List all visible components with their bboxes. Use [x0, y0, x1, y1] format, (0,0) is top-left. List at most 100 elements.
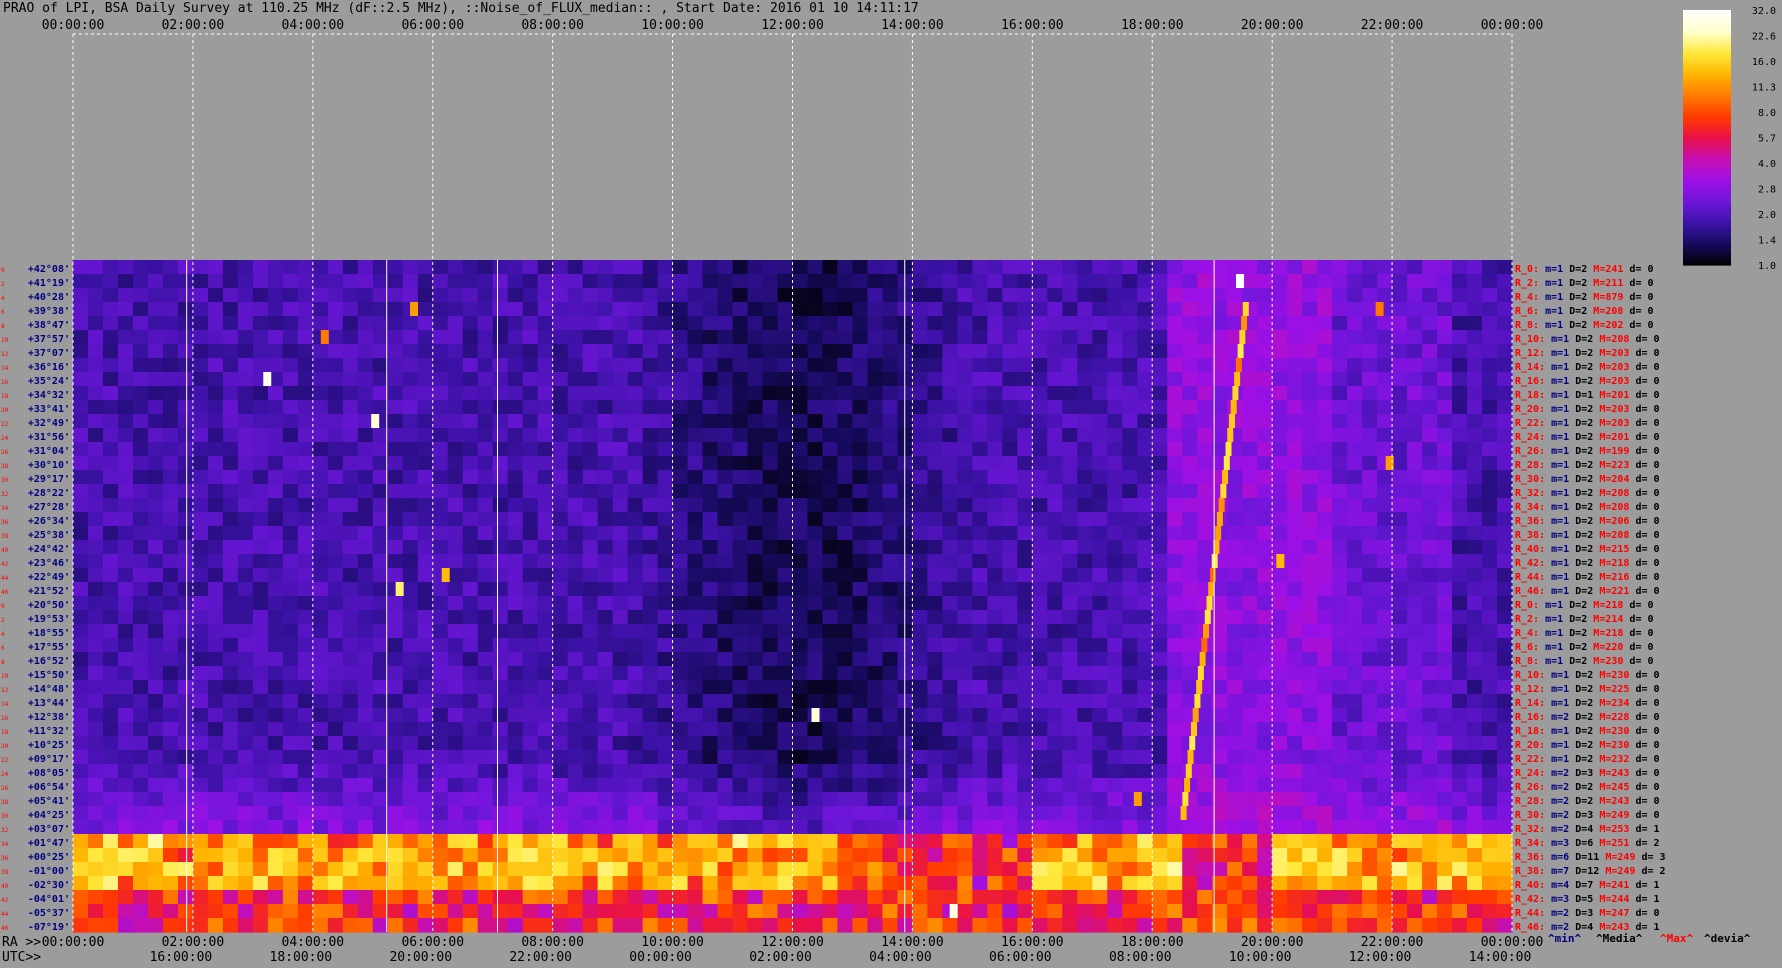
heatmap-cell — [102, 694, 119, 709]
heatmap-cell — [102, 330, 119, 345]
heatmap-cell — [1032, 652, 1048, 667]
heatmap-cell — [657, 778, 674, 793]
heatmap-cell — [132, 806, 149, 821]
heatmap-cell — [1272, 512, 1288, 527]
heatmap-cell — [492, 316, 509, 331]
heatmap-cell — [1047, 484, 1063, 499]
heatmap-cell — [687, 386, 704, 401]
heatmap-cell — [267, 386, 284, 401]
heatmap-cell — [1182, 890, 1198, 905]
heatmap-cell — [417, 848, 434, 863]
heatmap-cell — [567, 680, 584, 695]
heatmap-cell — [267, 498, 284, 513]
heatmap-cell — [822, 470, 839, 485]
heatmap-cell — [297, 526, 314, 541]
heatmap-cell — [312, 596, 329, 611]
heatmap-cell — [1392, 694, 1408, 709]
heatmap-cell — [912, 302, 929, 317]
heatmap-cell — [372, 876, 389, 891]
heatmap-cell — [1482, 526, 1498, 541]
heatmap-cell — [552, 862, 569, 877]
heatmap-cell — [1362, 764, 1378, 779]
heatmap-cell — [1152, 414, 1168, 429]
heatmap-cell — [297, 302, 314, 317]
heatmap-cell — [612, 764, 629, 779]
heatmap-cell — [432, 624, 449, 639]
heatmap-cell — [462, 344, 479, 359]
heatmap-cell — [552, 582, 569, 597]
heatmap-cell — [1287, 442, 1303, 457]
heatmap-cell — [417, 820, 434, 835]
heatmap-cell — [1272, 750, 1288, 765]
heatmap-cell — [222, 624, 239, 639]
heatmap-cell — [297, 554, 314, 569]
heatmap-cell — [972, 456, 988, 471]
heatmap-cell — [717, 484, 734, 499]
heatmap-cell — [1062, 414, 1078, 429]
heatmap-cell — [792, 876, 809, 891]
heatmap-cell — [1467, 792, 1483, 807]
heatmap-cell — [237, 750, 254, 765]
heatmap-cell — [657, 652, 674, 667]
heatmap-cell — [732, 750, 749, 765]
row-stat: R_16: m=1 D=2 M=203 d= 0 — [1515, 376, 1660, 387]
heatmap-cell — [1167, 876, 1183, 891]
heatmap-cell — [507, 484, 524, 499]
heatmap-cell — [357, 470, 374, 485]
heatmap-cell — [972, 274, 988, 289]
heatmap-cell — [1317, 540, 1333, 555]
heatmap-cell — [222, 834, 239, 849]
heatmap-cell — [1302, 862, 1318, 877]
heatmap-cell — [177, 330, 194, 345]
heatmap-cell — [792, 540, 809, 555]
heatmap-cell — [207, 484, 224, 499]
heatmap-cell — [477, 540, 494, 555]
heatmap-cell — [1452, 330, 1468, 345]
heatmap-cell — [1017, 512, 1033, 527]
heatmap-cell — [702, 764, 719, 779]
heatmap-cell — [342, 316, 359, 331]
radio-streak — [1185, 764, 1192, 778]
heatmap-cell — [1047, 750, 1063, 765]
heatmap-cell — [1482, 890, 1498, 905]
heatmap-cell — [522, 764, 539, 779]
heatmap-cell — [237, 764, 254, 779]
heatmap-cell — [1407, 400, 1423, 415]
heatmap-cell — [1422, 274, 1438, 289]
heatmap-cell — [417, 484, 434, 499]
heatmap-cell — [822, 400, 839, 415]
heatmap-cell — [132, 568, 149, 583]
heatmap-cell — [252, 694, 269, 709]
heatmap-cell — [1377, 638, 1393, 653]
heatmap-cell — [1392, 358, 1408, 373]
heatmap-cell — [1302, 470, 1318, 485]
heatmap-cell — [1257, 876, 1273, 891]
heatmap-cell — [582, 554, 599, 569]
heatmap-cell — [477, 428, 494, 443]
heatmap-cell — [1242, 876, 1258, 891]
heatmap-cell — [867, 582, 884, 597]
heatmap-cell — [312, 358, 329, 373]
heatmap-cell — [387, 288, 404, 303]
heatmap-cell — [1152, 442, 1168, 457]
heatmap-cell — [1317, 568, 1333, 583]
heatmap-cell — [642, 876, 659, 891]
row-stat: R_28: m=1 D=2 M=223 d= 0 — [1515, 460, 1660, 471]
row-stat: R_4: m=1 D=2 M=879 d= 0 — [1515, 292, 1654, 303]
heatmap-cell — [1137, 568, 1153, 583]
heatmap-cell — [1317, 526, 1333, 541]
heatmap-cell — [852, 288, 869, 303]
heatmap-cell — [837, 820, 854, 835]
heatmap-cell — [537, 792, 554, 807]
heatmap-cell — [177, 638, 194, 653]
heatmap-cell — [882, 274, 899, 289]
heatmap-cell — [747, 652, 764, 667]
heatmap-cell — [1122, 778, 1138, 793]
heatmap-cell — [792, 428, 809, 443]
heatmap-cell — [1122, 400, 1138, 415]
heatmap-cell — [1182, 498, 1198, 513]
heatmap-cell — [1467, 288, 1483, 303]
heatmap-cell — [1197, 806, 1213, 821]
heatmap-cell — [507, 442, 524, 457]
heatmap-cell — [882, 764, 899, 779]
